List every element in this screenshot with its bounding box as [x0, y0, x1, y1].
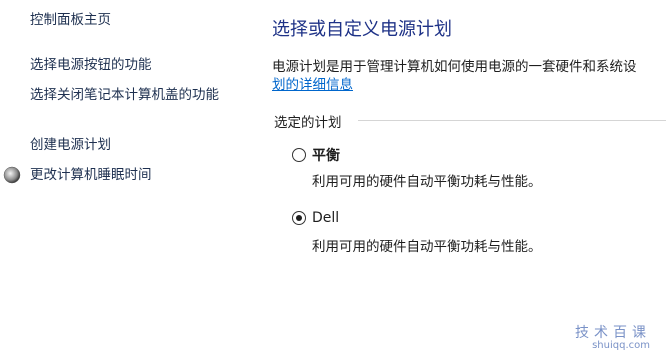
- group-divider: [358, 120, 666, 121]
- nav-item-create-plan[interactable]: 创建电源计划: [30, 135, 111, 156]
- radio-button-checked[interactable]: [292, 211, 306, 225]
- moon-icon: [3, 166, 21, 184]
- plan-desc-dell: 利用可用的硬件自动平衡功耗与性能。: [312, 239, 542, 255]
- watermark-url: shuiqq.com: [592, 340, 650, 351]
- radio-button-unchecked[interactable]: [292, 148, 306, 162]
- nav-item-lid-close[interactable]: 选择关闭笔记本计算机盖的功能: [30, 85, 235, 106]
- plan-radio-balanced[interactable]: 平衡: [292, 145, 340, 165]
- plan-radio-dell[interactable]: Dell: [292, 210, 339, 226]
- nav-item-sleep-time[interactable]: 更改计算机睡眠时间: [30, 165, 152, 186]
- plan-details-link[interactable]: 划的详细信息: [272, 73, 353, 93]
- nav-control-panel-home[interactable]: 控制面板主页: [30, 10, 111, 31]
- main-content: 选择或自定义电源计划 电源计划是用于管理计算机如何使用电源的一套硬件和系统设 划…: [272, 0, 666, 358]
- plan-name-dell: Dell: [312, 210, 340, 226]
- page-title: 选择或自定义电源计划: [272, 19, 452, 40]
- plan-desc-balanced: 利用可用的硬件自动平衡功耗与性能。: [312, 174, 542, 190]
- nav-item-power-button[interactable]: 选择电源按钮的功能: [30, 55, 152, 76]
- watermark-text: 技术百课: [575, 325, 651, 341]
- left-nav-pane: 控制面板主页 选择电源按钮的功能 选择关闭笔记本计算机盖的功能 创建电源计划 更…: [0, 0, 260, 358]
- selected-plan-group-label: 选定的计划: [274, 115, 342, 131]
- power-options-window: 控制面板主页 选择电源按钮的功能 选择关闭笔记本计算机盖的功能 创建电源计划 更…: [0, 0, 666, 358]
- plan-name-balanced: 平衡: [312, 148, 340, 164]
- plan-description-text: 电源计划是用于管理计算机如何使用电源的一套硬件和系统设: [272, 59, 637, 75]
